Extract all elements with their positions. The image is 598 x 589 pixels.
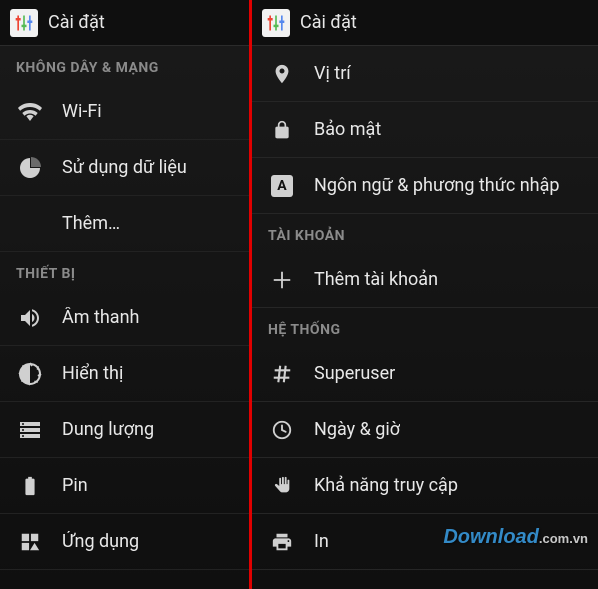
section-accounts: TÀI KHOẢN — [252, 214, 598, 252]
item-date-time[interactable]: Ngày & giờ — [252, 402, 598, 458]
empty-icon — [16, 210, 44, 238]
storage-icon — [16, 416, 44, 444]
hash-icon — [268, 360, 296, 388]
item-label: Bảo mật — [314, 119, 381, 140]
app-icon — [10, 9, 38, 37]
item-label: Thêm tài khoản — [314, 269, 438, 290]
wifi-icon — [16, 98, 44, 126]
settings-panel-right: Cài đặt Vị trí Bảo mật A Ngôn ngữ & phươ… — [252, 0, 598, 589]
item-label: Vị trí — [314, 63, 351, 84]
item-label: Sử dụng dữ liệu — [62, 157, 187, 178]
item-wifi[interactable]: Wi-Fi — [0, 84, 249, 140]
item-label: Ứng dụng — [62, 531, 139, 552]
item-label: Wi-Fi — [62, 101, 102, 122]
apps-icon — [16, 528, 44, 556]
item-more[interactable]: Thêm… — [0, 196, 249, 252]
plus-icon — [268, 266, 296, 294]
app-icon — [262, 9, 290, 37]
item-print[interactable]: In — [252, 514, 598, 570]
item-label: Ngày & giờ — [314, 419, 400, 440]
titlebar-right: Cài đặt — [252, 0, 598, 46]
item-display[interactable]: Hiển thị — [0, 346, 249, 402]
app-title: Cài đặt — [300, 12, 357, 33]
sound-icon — [16, 304, 44, 332]
printer-icon — [268, 528, 296, 556]
item-data-usage[interactable]: Sử dụng dữ liệu — [0, 140, 249, 196]
hand-icon — [268, 472, 296, 500]
section-device: THIẾT BỊ — [0, 252, 249, 290]
input-icon: A — [268, 172, 296, 200]
data-usage-icon — [16, 154, 44, 182]
clock-icon — [268, 416, 296, 444]
location-icon — [268, 60, 296, 88]
display-icon — [16, 360, 44, 388]
item-language-input[interactable]: A Ngôn ngữ & phương thức nhập — [252, 158, 598, 214]
item-label: Superuser — [314, 363, 395, 384]
item-label: In — [314, 531, 329, 552]
item-label: Âm thanh — [62, 307, 139, 328]
item-label: Khả năng truy cập — [314, 475, 458, 496]
item-superuser[interactable]: Superuser — [252, 346, 598, 402]
settings-panel-left: Cài đặt KHÔNG DÂY & MẠNG Wi-Fi Sử dụng d… — [0, 0, 252, 589]
titlebar-left: Cài đặt — [0, 0, 249, 46]
item-accessibility[interactable]: Khả năng truy cập — [252, 458, 598, 514]
item-add-account[interactable]: Thêm tài khoản — [252, 252, 598, 308]
section-wireless: KHÔNG DÂY & MẠNG — [0, 46, 249, 84]
item-label: Pin — [62, 475, 88, 496]
item-battery[interactable]: Pin — [0, 458, 249, 514]
item-apps[interactable]: Ứng dụng — [0, 514, 249, 570]
app-title: Cài đặt — [48, 12, 105, 33]
item-storage[interactable]: Dung lượng — [0, 402, 249, 458]
item-label: Thêm… — [62, 213, 120, 234]
section-system: HỆ THỐNG — [252, 308, 598, 346]
battery-icon — [16, 472, 44, 500]
lock-icon — [268, 116, 296, 144]
item-label: Dung lượng — [62, 419, 154, 440]
item-security[interactable]: Bảo mật — [252, 102, 598, 158]
item-label: Hiển thị — [62, 363, 123, 384]
item-label: Ngôn ngữ & phương thức nhập — [314, 175, 559, 196]
item-sound[interactable]: Âm thanh — [0, 290, 249, 346]
item-location[interactable]: Vị trí — [252, 46, 598, 102]
